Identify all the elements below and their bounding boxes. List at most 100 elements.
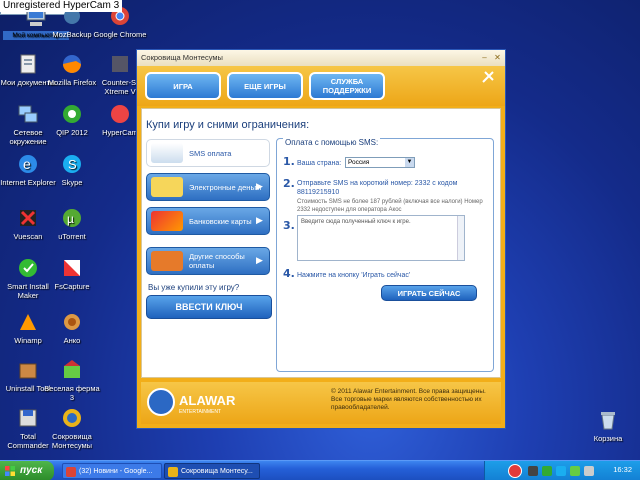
pay-method-emoney[interactable]: Электронные деньги ▶ <box>146 173 270 201</box>
settings-icon[interactable] <box>481 70 495 84</box>
page-title: Купи игру и сними ограничения: <box>146 119 310 131</box>
pay-method-sms[interactable]: SMS оплата <box>146 139 270 167</box>
desktop-icon-skype[interactable]: S Skype <box>44 152 100 187</box>
enter-key-button[interactable]: ВВЕСТИ КЛЮЧ <box>146 295 272 319</box>
minimize-icon[interactable]: – <box>480 53 489 62</box>
key-input[interactable]: Введите сюда полученный ключ к игре. <box>297 215 465 261</box>
desktop-icon-label: Корзина <box>593 434 623 443</box>
installer-icon <box>16 256 40 280</box>
pay-method-cards[interactable]: Банковские карты ▶ <box>146 207 270 235</box>
tab-more-games[interactable]: ЕЩЕ ИГРЫ <box>227 72 303 100</box>
floppy-icon <box>16 406 40 430</box>
documents-icon <box>16 52 40 76</box>
sms-panel-title: Оплата с помощью SMS: <box>283 138 381 147</box>
wallet-icon <box>151 177 183 197</box>
play-instruction: Нажмите на кнопку 'Играть сейчас' <box>297 272 411 279</box>
svg-text:S: S <box>68 157 77 172</box>
taskbar-item-game[interactable]: Сокровища Монтесу... <box>164 463 260 479</box>
desktop-icon-label: Google Chrome <box>93 30 147 39</box>
pay-method-label: SMS оплата <box>189 148 232 158</box>
country-label: Ваша страна: <box>297 160 342 167</box>
record-stop-icon[interactable] <box>508 464 522 478</box>
desktop-icon-label: Skype <box>61 178 83 187</box>
chevron-right-icon: ▶ <box>256 255 263 265</box>
taskbar: пуск (32) Новини - Google... Сокровища М… <box>0 460 640 480</box>
taskbar-item-label: (32) Новини - Google... <box>79 468 153 475</box>
desktop-icon-anko[interactable]: Анко <box>44 310 100 345</box>
window-title: Сокровища Монтесумы <box>141 53 223 62</box>
pay-method-label: Электронные деньги <box>189 182 262 192</box>
farm-game-icon <box>60 358 84 382</box>
start-button[interactable]: пуск <box>0 461 54 480</box>
counterstrike-icon <box>108 52 132 76</box>
purchase-panel: Купи игру и сними ограничения: SMS оплат… <box>141 108 501 378</box>
step-number: 1. <box>283 155 295 168</box>
desktop-icon-recycle-bin[interactable]: Корзина <box>580 408 636 443</box>
desktop-icon-utorrent[interactable]: µ uTorrent <box>44 206 100 241</box>
pay-method-other[interactable]: Другие способы оплаты ▶ <box>146 247 270 275</box>
start-label: пуск <box>20 465 43 476</box>
sms-cost-note: Стоимость SMS не более 187 рублей (включ… <box>297 199 483 213</box>
taskbar-item-label: Сокровища Монтесу... <box>181 468 253 475</box>
game-window: Сокровища Монтесумы – ✕ ИГРА ЕЩЕ ИГРЫ СЛ… <box>136 49 506 429</box>
alawar-logo[interactable]: ALAWAR ENTERTAINMENT <box>147 388 235 416</box>
desktop-icon-label: FsCapture <box>54 282 90 291</box>
utorrent-icon: µ <box>60 206 84 230</box>
desktop-icon-veselaya[interactable]: Веселая ферма 3 <box>44 358 100 402</box>
svg-text:e: e <box>23 156 31 172</box>
chevron-down-icon: ▼ <box>405 158 414 167</box>
tray-utorrent-icon[interactable] <box>570 466 580 476</box>
tab-game[interactable]: ИГРА <box>145 72 221 100</box>
vuescan-icon <box>16 206 40 230</box>
country-value: Россия <box>348 159 370 166</box>
hypercam-watermark: Unregistered HyperCam 3 <box>0 0 123 12</box>
alawar-logo-icon <box>147 388 175 416</box>
treasure-game-icon <box>168 467 178 477</box>
phone-icon <box>151 143 183 163</box>
step-number: 3. <box>283 219 295 232</box>
window-titlebar[interactable]: Сокровища Монтесумы – ✕ <box>137 50 505 66</box>
tab-support[interactable]: СЛУЖБА ПОДДЕРЖКИ <box>309 72 385 100</box>
key-input-scrollbar[interactable] <box>457 216 464 260</box>
chevron-right-icon: ▶ <box>256 181 263 191</box>
alawar-logo-subtext: ENTERTAINMENT <box>179 408 222 415</box>
close-icon[interactable]: ✕ <box>493 53 502 62</box>
taskbar-item-chrome[interactable]: (32) Новини - Google... <box>62 463 162 479</box>
tabs-bar: ИГРА ЕЩЕ ИГРЫ СЛУЖБА ПОДДЕРЖКИ <box>137 66 505 106</box>
alawar-logo-text: ALAWAR <box>179 392 236 408</box>
pay-method-label: Банковские карты <box>189 216 252 226</box>
anko-game-icon <box>60 310 84 334</box>
windows-flag-icon <box>5 466 15 476</box>
window-footer: ALAWAR ENTERTAINMENT © 2011 Alawar Enter… <box>141 382 501 424</box>
volume-icon[interactable] <box>584 466 594 476</box>
desktop-icon-fscapture[interactable]: FsCapture <box>44 256 100 291</box>
clock[interactable]: 16:32 <box>613 465 632 474</box>
qip-icon <box>60 102 84 126</box>
desktop-icon-label: uTorrent <box>58 232 86 241</box>
network-icon <box>16 102 40 126</box>
internet-explorer-icon: e <box>16 152 40 176</box>
svg-text:µ: µ <box>67 212 74 226</box>
key-input-placeholder: Введите сюда полученный ключ к игре. <box>301 219 411 225</box>
desktop-icon-sokrovisha[interactable]: Сокровища Монтесумы <box>44 406 100 450</box>
play-now-button[interactable]: ИГРАТЬ СЕЙЧАС <box>381 285 477 301</box>
desktop-icon-label: Веселая ферма 3 <box>44 384 100 402</box>
tray-app-icon[interactable] <box>528 466 538 476</box>
desktop-icon-label: Анко <box>63 336 81 345</box>
other-payment-icon <box>151 251 183 271</box>
fscapture-icon <box>60 256 84 280</box>
chrome-icon <box>66 467 76 477</box>
tray-qip-icon[interactable] <box>542 466 552 476</box>
skype-icon: S <box>60 152 84 176</box>
recycle-bin-icon <box>596 408 620 432</box>
firefox-icon <box>60 52 84 76</box>
desktop-icon-label: Сокровища Монтесумы <box>51 432 93 450</box>
uninstall-tool-icon <box>16 358 40 382</box>
step-number: 4. <box>283 267 295 280</box>
tray-skype-icon[interactable] <box>556 466 566 476</box>
country-select[interactable]: Россия ▼ <box>345 157 415 168</box>
chevron-right-icon: ▶ <box>256 215 263 225</box>
treasure-game-icon <box>60 406 84 430</box>
sms-instruction: Отправьте SMS на короткий номер: 2332 с … <box>297 180 458 196</box>
credit-card-icon <box>151 211 183 231</box>
